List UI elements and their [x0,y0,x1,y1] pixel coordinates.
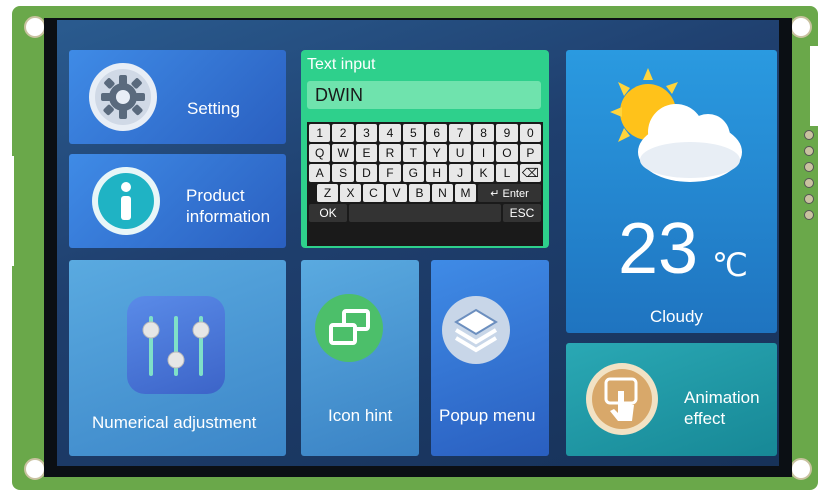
keyboard-row-asdf: A S D F G H J K L ⌫ [309,164,542,182]
partly-cloudy-icon [610,68,742,182]
mount-hole-top-left [24,16,46,38]
key[interactable]: B [409,184,430,202]
setting-tile[interactable]: Setting [69,50,286,144]
key[interactable]: R [379,144,401,162]
key[interactable]: 1 [309,124,331,142]
windows-icon [315,294,383,362]
connector-pin [804,210,814,220]
key[interactable]: F [379,164,401,182]
keyboard-row-zxcv: Z X C V B N M ↵ Enter [309,184,541,202]
key[interactable]: J [449,164,471,182]
display-screen: Setting Product information Numerical ad… [57,20,779,466]
popup-menu-tile[interactable]: Popup menu [431,260,549,456]
key[interactable]: G [402,164,425,182]
key[interactable]: A [309,164,331,182]
mount-hole-bottom-left [24,458,46,480]
icon-hint-label: Icon hint [328,406,393,425]
key[interactable]: 3 [355,124,378,142]
connector-pin [804,178,814,188]
text-input-title: Text input [307,56,376,73]
key[interactable]: D [355,164,378,182]
keyboard-row-numbers: 1 2 3 4 5 6 7 8 9 0 [309,124,542,142]
key[interactable]: X [340,184,361,202]
key[interactable]: P [519,144,542,162]
key[interactable]: T [402,144,425,162]
keyboard-row-bottom: OK ESC [309,204,541,222]
key[interactable]: 8 [472,124,495,142]
key[interactable]: I [472,144,495,162]
enter-key[interactable]: ↵ Enter [478,184,541,202]
key[interactable]: K [472,164,495,182]
connector-pin [804,162,814,172]
key[interactable]: Z [317,184,338,202]
key[interactable]: Q [309,144,331,162]
mount-hole-top-right [790,16,812,38]
product-information-tile[interactable]: Product information [69,154,286,248]
key[interactable]: C [363,184,384,202]
key[interactable]: V [386,184,407,202]
pcb-notch-right [810,46,823,126]
layers-icon [442,296,510,364]
key[interactable]: 5 [402,124,425,142]
key[interactable]: 6 [426,124,448,142]
space-key[interactable] [349,204,501,222]
key[interactable]: 0 [519,124,542,142]
key[interactable]: 2 [332,124,354,142]
popup-menu-label: Popup menu [439,406,536,425]
key[interactable]: H [426,164,448,182]
temperature-unit: ℃ [712,247,748,283]
key[interactable]: L [496,164,518,182]
connector-pin [804,130,814,140]
keyboard-row-qwerty: Q W E R T Y U I O P [309,144,542,162]
info-icon [92,167,160,235]
key[interactable]: 4 [379,124,401,142]
esc-key[interactable]: ESC [503,204,541,222]
numerical-label: Numerical adjustment [92,413,257,432]
key[interactable]: N [432,184,453,202]
key[interactable]: W [332,144,354,162]
sliders-icon [127,296,225,394]
weather-tile[interactable]: 23 ℃ Cloudy [566,50,777,333]
animation-label-line2: effect [684,409,726,428]
text-input-panel: Text input DWIN 1 2 3 4 5 6 7 8 9 0 Q W … [301,50,549,248]
key[interactable]: M [455,184,476,202]
touch-hand-icon [586,363,658,435]
key[interactable]: U [449,144,471,162]
text-input-value: DWIN [315,85,363,105]
temperature-value: 23 [618,209,699,289]
product-label-line1: Product [186,186,245,205]
pcb-notch-left [0,156,14,266]
animation-label-line1: Animation [684,388,760,407]
icon-hint-tile[interactable]: Icon hint [301,260,419,456]
connector-pin [804,194,814,204]
key[interactable]: O [496,144,518,162]
key[interactable]: S [332,164,354,182]
key[interactable]: 7 [449,124,471,142]
product-label-line2: information [186,207,271,226]
setting-label: Setting [187,99,240,118]
text-input-field[interactable]: DWIN [307,81,541,109]
on-screen-keyboard: 1 2 3 4 5 6 7 8 9 0 Q W E R T Y U I O P … [307,122,543,246]
weather-condition: Cloudy [650,307,703,326]
key[interactable]: Y [426,144,448,162]
key[interactable]: 9 [496,124,518,142]
key[interactable]: E [355,144,378,162]
ok-key[interactable]: OK [309,204,347,222]
animation-effect-tile[interactable]: Animation effect [566,343,777,456]
numerical-adjustment-tile[interactable]: Numerical adjustment [69,260,286,456]
backspace-key[interactable]: ⌫ [519,164,542,182]
connector-pin [804,146,814,156]
mount-hole-bottom-right [790,458,812,480]
gear-icon [89,63,157,131]
